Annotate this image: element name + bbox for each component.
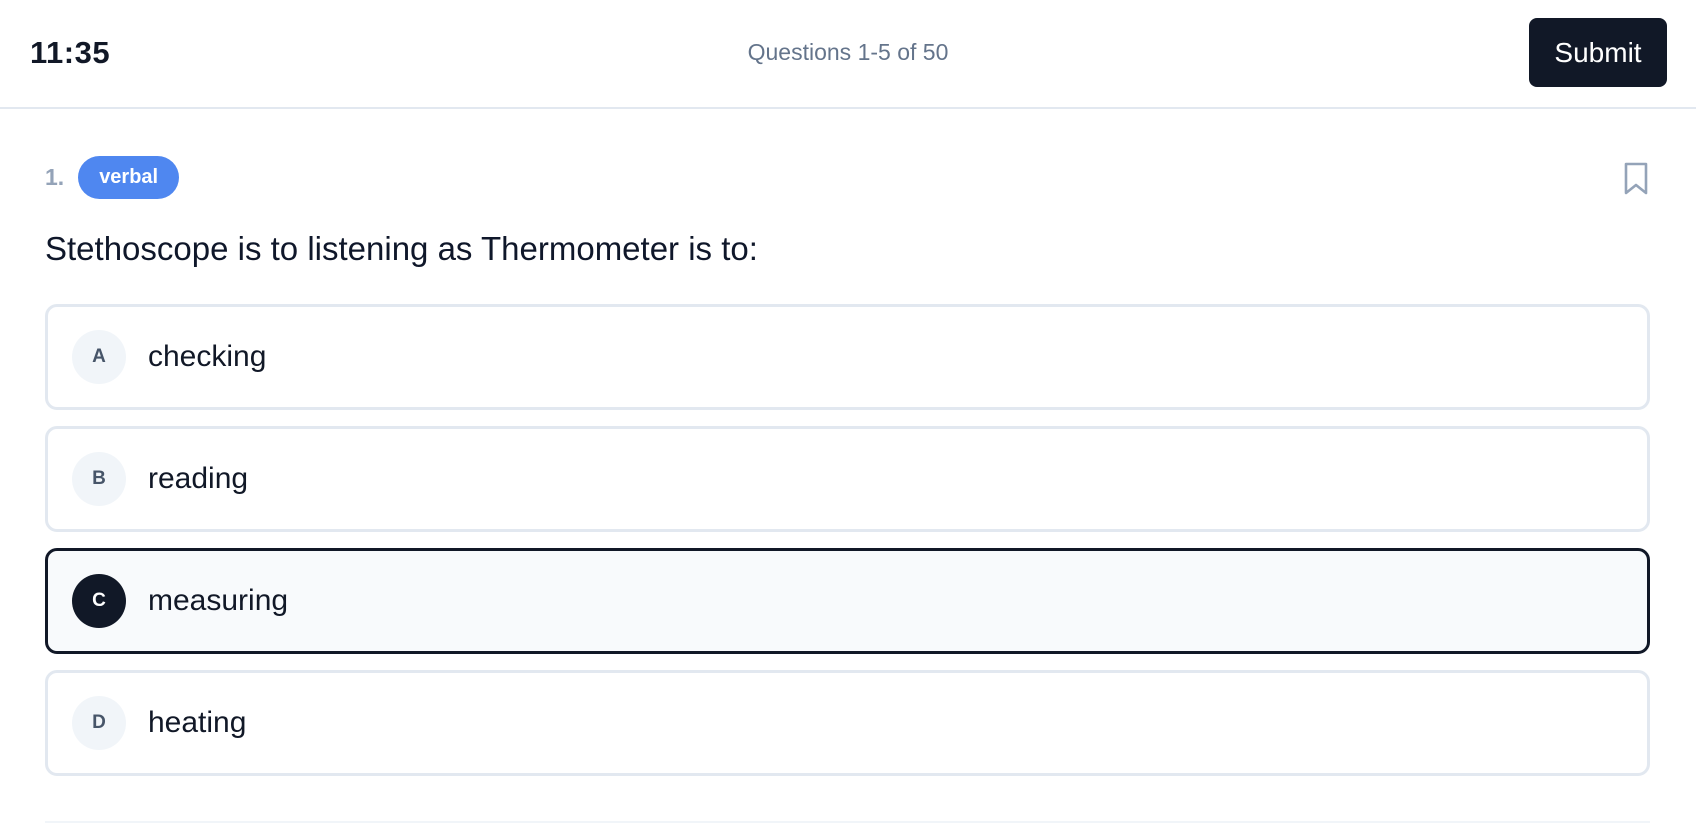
section-divider (45, 821, 1650, 823)
bookmark-icon[interactable] (1622, 162, 1650, 196)
option-c[interactable]: C measuring (45, 548, 1650, 654)
category-badge: verbal (78, 156, 180, 199)
question-card: 1. verbal Stethoscope is to listening as… (45, 156, 1650, 792)
option-text: heating (148, 706, 247, 739)
question-progress: Questions 1-5 of 50 (747, 39, 949, 65)
top-bar: 11:35 Questions 1-5 of 50 Submit (0, 0, 1696, 109)
option-a[interactable]: A checking (45, 304, 1650, 410)
question-number: 1. (45, 164, 65, 190)
option-text: checking (148, 340, 267, 373)
option-letter: D (72, 696, 126, 750)
submit-button[interactable]: Submit (1529, 18, 1667, 87)
answer-options: A checking B reading C measuring D heati… (45, 304, 1650, 776)
option-letter: C (72, 574, 126, 628)
option-b[interactable]: B reading (45, 426, 1650, 532)
question-meta: 1. verbal (45, 156, 1650, 199)
option-letter: B (72, 452, 126, 506)
option-d[interactable]: D heating (45, 670, 1650, 776)
question-text: Stethoscope is to listening as Thermomet… (45, 230, 758, 267)
option-text: measuring (148, 584, 289, 617)
option-letter: A (72, 330, 126, 384)
option-text: reading (148, 462, 249, 495)
